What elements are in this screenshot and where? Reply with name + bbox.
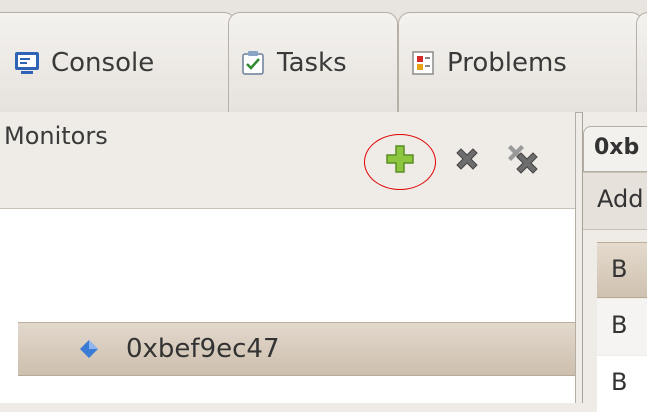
rendering-row[interactable]: B	[597, 356, 647, 412]
monitors-title: Monitors	[4, 122, 108, 150]
tab-problems[interactable]: Problems	[398, 12, 643, 112]
rendering-row[interactable]: B	[597, 242, 647, 298]
tab-overflow[interactable]	[636, 12, 647, 112]
add-monitor-icon[interactable]	[383, 142, 417, 176]
problems-icon	[412, 50, 434, 75]
monitors-header: Monitors	[0, 112, 575, 209]
monitors-pane: Monitors 0xbef9ec47	[0, 112, 576, 403]
monitor-address-label: 0xbef9ec47	[126, 334, 280, 364]
console-icon	[15, 51, 39, 74]
tab-problems-label: Problems	[447, 47, 567, 78]
tab-console[interactable]: Console	[0, 12, 236, 112]
monitor-list-item[interactable]: 0xbef9ec47	[18, 322, 575, 376]
remove-all-monitors-icon[interactable]	[505, 140, 539, 174]
memory-rendering-pane: 0xb Add B B B	[582, 112, 647, 412]
tab-console-label: Console	[51, 47, 155, 78]
memory-monitor-diamond-icon	[80, 340, 98, 358]
rendering-tab[interactable]: 0xb	[583, 126, 647, 172]
rendering-column-header: Add	[583, 172, 647, 230]
tab-tasks-label: Tasks	[277, 47, 347, 78]
rendering-row[interactable]: B	[597, 299, 647, 355]
view-tab-bar: Console Tasks Problems	[0, 0, 647, 113]
tasks-icon	[242, 50, 264, 75]
tab-tasks[interactable]: Tasks	[228, 12, 398, 112]
remove-monitor-icon[interactable]	[450, 142, 484, 176]
